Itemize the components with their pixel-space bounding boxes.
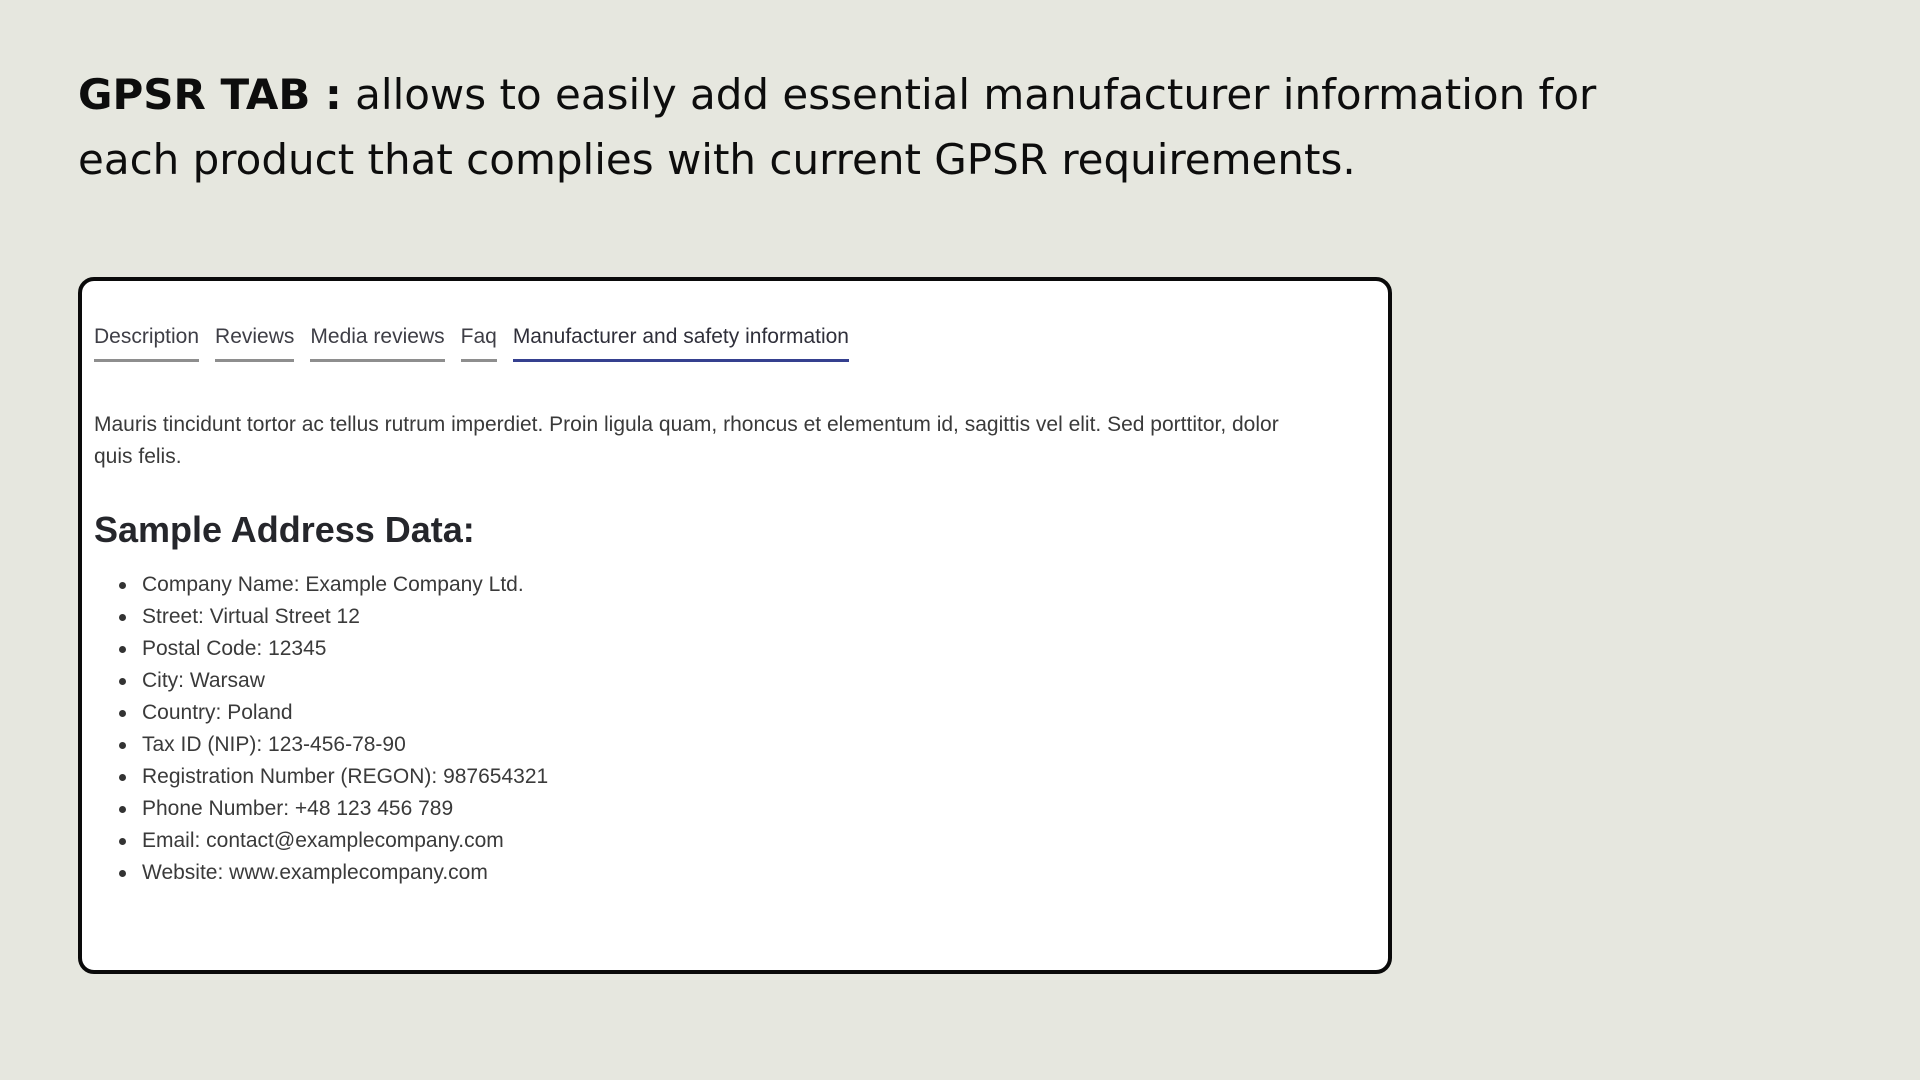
- address-registration-number: Registration Number (REGON): 987654321: [118, 761, 548, 793]
- address-email: Email: contact@examplecompany.com: [118, 825, 548, 857]
- address-company-name: Company Name: Example Company Ltd.: [118, 569, 548, 601]
- address-website: Website: www.examplecompany.com: [118, 857, 548, 889]
- section-title: Sample Address Data:: [94, 509, 475, 550]
- address-phone-number: Phone Number: +48 123 456 789: [118, 793, 548, 825]
- intro-paragraph: Mauris tincidunt tortor ac tellus rutrum…: [94, 413, 1279, 468]
- address-city: City: Warsaw: [118, 665, 548, 697]
- tab-reviews[interactable]: Reviews: [215, 325, 295, 362]
- headline-bold: GPSR TAB :: [78, 70, 342, 119]
- address-country: Country: Poland: [118, 697, 548, 729]
- headline: GPSR TAB : allows to easily add essentia…: [78, 62, 1638, 192]
- product-tabs-panel: Description Reviews Media reviews Faq Ma…: [78, 277, 1392, 974]
- address-street: Street: Virtual Street 12: [118, 601, 548, 633]
- tab-description[interactable]: Description: [94, 325, 200, 362]
- tab-media-reviews[interactable]: Media reviews: [310, 325, 445, 362]
- tab-bar: Description Reviews Media reviews Faq Ma…: [94, 325, 849, 362]
- tab-faq[interactable]: Faq: [460, 325, 497, 362]
- address-list: Company Name: Example Company Ltd. Stree…: [94, 569, 548, 889]
- tab-manufacturer-safety-information[interactable]: Manufacturer and safety information: [512, 325, 849, 362]
- address-postal-code: Postal Code: 12345: [118, 633, 548, 665]
- address-tax-id: Tax ID (NIP): 123-456-78-90: [118, 729, 548, 761]
